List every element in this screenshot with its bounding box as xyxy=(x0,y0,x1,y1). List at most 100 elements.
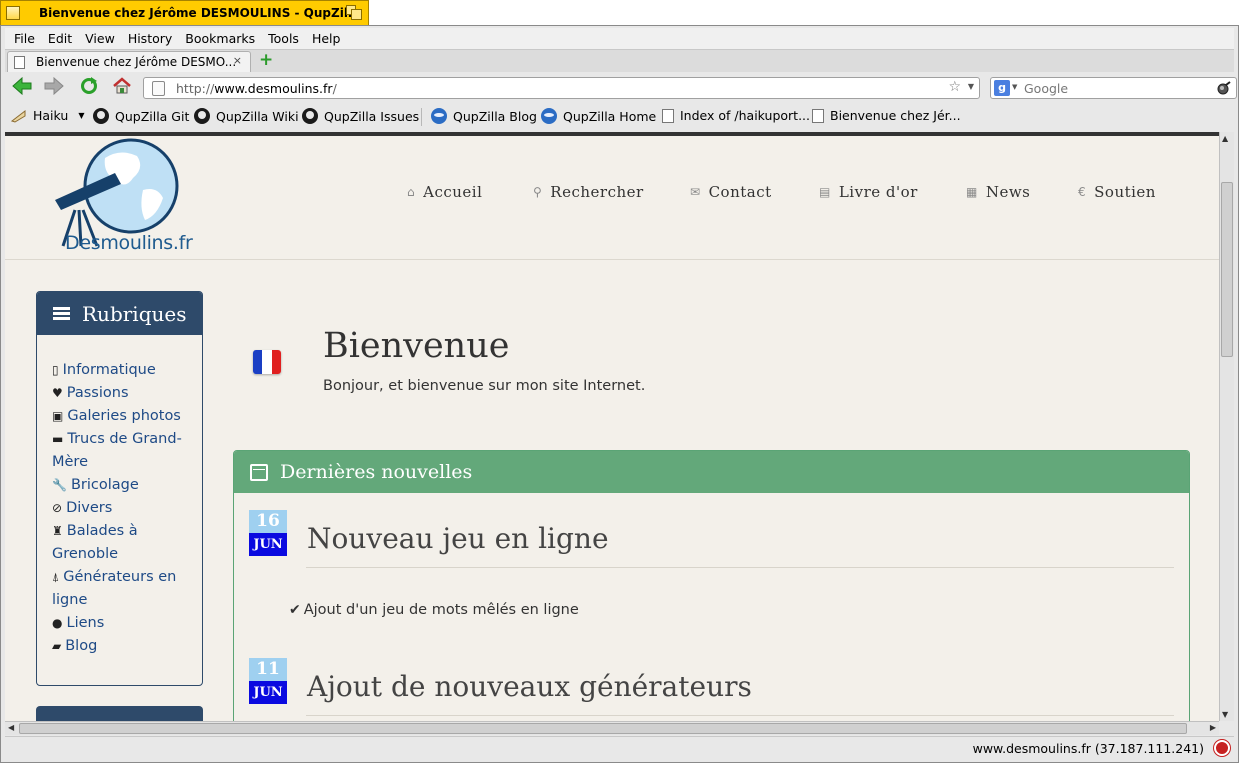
search-engine-icon[interactable]: g xyxy=(994,80,1010,96)
window-title-tab[interactable]: Bienvenue chez Jérôme DESMOULINS - QupZi… xyxy=(0,0,369,25)
sidebar-item-liens[interactable]: ● Liens xyxy=(52,612,187,635)
search-go-icon[interactable] xyxy=(1217,81,1231,95)
reload-icon xyxy=(81,77,97,94)
reload-button[interactable] xyxy=(78,77,100,97)
menubar: File Edit View History Bookmarks Tools H… xyxy=(5,28,1234,50)
bookmark-qupzilla-git[interactable]: QupZilla Git xyxy=(93,108,189,124)
scroll-right-arrow-icon[interactable]: ▶ xyxy=(1210,723,1216,732)
sidebar-title: Rubriques xyxy=(82,301,187,326)
news-divider xyxy=(306,715,1174,716)
globe-icon: ● xyxy=(52,616,63,630)
github-icon xyxy=(194,108,210,124)
url-history-dropdown-icon[interactable]: ▼ xyxy=(968,82,974,91)
window-close-button[interactable] xyxy=(6,6,20,20)
status-text: www.desmoulins.fr (37.187.111.241) xyxy=(972,741,1204,756)
nav-livre-d-or[interactable]: ▤ Livre d'or xyxy=(819,183,918,201)
bookmark-qupzilla-home[interactable]: QupZilla Home xyxy=(541,108,656,124)
sidebar-item-bricolage[interactable]: 🔧 Bricolage xyxy=(52,474,187,497)
news-item-title[interactable]: Ajout de nouveaux générateurs xyxy=(307,670,752,703)
news-day: 11 xyxy=(249,658,287,681)
comment-icon: ▬ xyxy=(52,432,64,446)
url-text[interactable]: http://www.desmoulins.fr/ xyxy=(176,81,337,96)
bookmark-star-icon[interactable]: ☆ xyxy=(948,79,961,95)
bookmark-index-haikuports[interactable]: Index of /haikuport... xyxy=(662,108,810,123)
qupzilla-icon xyxy=(431,108,447,124)
search-engine-dropdown-icon[interactable]: ▼ xyxy=(1012,83,1017,91)
browser-tab[interactable]: Bienvenue chez Jérôme DESMO... × xyxy=(7,51,251,72)
french-flag-icon xyxy=(253,350,281,374)
vertical-scroll-thumb[interactable] xyxy=(1221,182,1233,357)
adblock-icon[interactable] xyxy=(1214,740,1230,756)
bookmark-folder-haiku[interactable]: Haiku ▼ xyxy=(11,108,84,123)
sidebar-item-divers[interactable]: ⊘ Divers xyxy=(52,497,187,520)
sidebar-item-blog[interactable]: ▰ Blog xyxy=(52,635,187,658)
sidebar-item-generateurs[interactable]: ⍋ Générateurs en ligne xyxy=(52,566,187,612)
search-bar[interactable]: g ▼ Google xyxy=(990,77,1237,99)
site-logo-text[interactable]: Desmoulins.fr xyxy=(65,232,193,254)
github-icon xyxy=(93,108,109,124)
haiku-leaf-icon xyxy=(11,109,26,123)
tab-label: Bienvenue chez Jérôme DESMO... xyxy=(36,55,237,69)
tab-close-icon[interactable]: × xyxy=(233,54,242,67)
welcome-text: Bonjour, et bienvenue sur mon site Inter… xyxy=(323,378,646,394)
news-divider xyxy=(306,567,1174,568)
nav-accueil[interactable]: ⌂ Accueil xyxy=(407,183,482,201)
back-button[interactable] xyxy=(11,76,33,97)
bookmark-qupzilla-wiki[interactable]: QupZilla Wiki xyxy=(194,108,299,124)
nav-soutien[interactable]: € Soutien xyxy=(1078,183,1156,201)
new-tab-button[interactable]: + xyxy=(259,51,273,69)
heart-icon: ♥ xyxy=(52,386,63,400)
horizontal-scroll-thumb[interactable] xyxy=(19,723,1187,734)
menu-edit[interactable]: Edit xyxy=(48,31,72,46)
navigation-toolbar: http://www.desmoulins.fr/ ☆ ▼ g ▼ Google xyxy=(5,72,1237,102)
bookmark-separator xyxy=(421,108,422,126)
sidebar-list: ▯ Informatique ♥ Passions ▣ Galeries photos… xyxy=(37,335,202,658)
folder-dropdown-icon: ▼ xyxy=(78,111,85,120)
window-zoom-button[interactable] xyxy=(346,5,362,21)
sidebar-item-informatique[interactable]: ▯ Informatique xyxy=(52,359,187,382)
bookmarks-toolbar: Haiku ▼ QupZilla Git QupZilla Wiki QupZi… xyxy=(5,104,1234,130)
menu-tools[interactable]: Tools xyxy=(268,31,299,46)
forward-button[interactable] xyxy=(43,76,65,97)
bookmark-qupzilla-blog[interactable]: QupZilla Blog xyxy=(431,108,537,124)
nav-contact[interactable]: ✉ Contact xyxy=(690,183,772,201)
site-page-icon xyxy=(152,81,165,96)
sidebar-rubriques: Rubriques ▯ Informatique ♥ Passions ▣ Galer… xyxy=(36,291,203,686)
menu-help[interactable]: Help xyxy=(312,31,341,46)
news-item-title[interactable]: Nouveau jeu en ligne xyxy=(307,522,609,555)
news-day: 16 xyxy=(249,510,287,533)
bookmark-bienvenue[interactable]: Bienvenue chez Jér... xyxy=(812,108,961,123)
paperclip-icon: ⊘ xyxy=(52,501,63,515)
page-icon xyxy=(14,56,25,69)
scroll-down-arrow-icon[interactable]: ▼ xyxy=(1222,710,1228,719)
menu-history[interactable]: History xyxy=(128,31,172,46)
sidebar-item-passions[interactable]: ♥ Passions xyxy=(52,382,187,405)
book-icon: ▤ xyxy=(819,185,831,199)
home-button[interactable] xyxy=(111,77,133,97)
nav-rechercher[interactable]: ⚲ Rechercher xyxy=(533,183,644,201)
menu-bookmarks[interactable]: Bookmarks xyxy=(185,31,255,46)
calendar-icon xyxy=(250,463,268,481)
bookmark-qupzilla-issues[interactable]: QupZilla Issues xyxy=(302,108,419,124)
sidebar-item-galeries-photos[interactable]: ▣ Galeries photos xyxy=(52,405,187,428)
euro-icon: € xyxy=(1078,185,1087,199)
sidebar-item-balades-grenoble[interactable]: ♜ Balades à Grenoble xyxy=(52,520,187,566)
back-arrow-icon xyxy=(12,76,32,96)
menu-view[interactable]: View xyxy=(85,31,115,46)
page-icon xyxy=(662,108,674,123)
home-icon xyxy=(113,77,131,94)
nav-news[interactable]: ▦ News xyxy=(966,183,1030,201)
tab-bar: Bienvenue chez Jérôme DESMO... × + xyxy=(5,50,1234,72)
road-icon: ⍋ xyxy=(52,570,60,584)
menu-file[interactable]: File xyxy=(14,31,35,46)
vertical-scrollbar[interactable]: ▲ ▼ xyxy=(1219,132,1234,721)
sidebar-item-trucs-grand-mere[interactable]: ▬ Trucs de Grand-Mère xyxy=(52,428,187,474)
wrench-icon: 🔧 xyxy=(52,478,67,492)
scroll-left-arrow-icon[interactable]: ◀ xyxy=(8,723,14,732)
calendar-icon: ▦ xyxy=(966,185,978,199)
search-input[interactable]: Google xyxy=(1024,81,1068,96)
url-bar[interactable]: http://www.desmoulins.fr/ ☆ ▼ xyxy=(143,77,980,99)
horizontal-scrollbar[interactable]: ◀ ▶ xyxy=(5,721,1219,735)
envelope-icon: ✉ xyxy=(690,185,701,199)
scroll-up-arrow-icon[interactable]: ▲ xyxy=(1222,134,1228,143)
